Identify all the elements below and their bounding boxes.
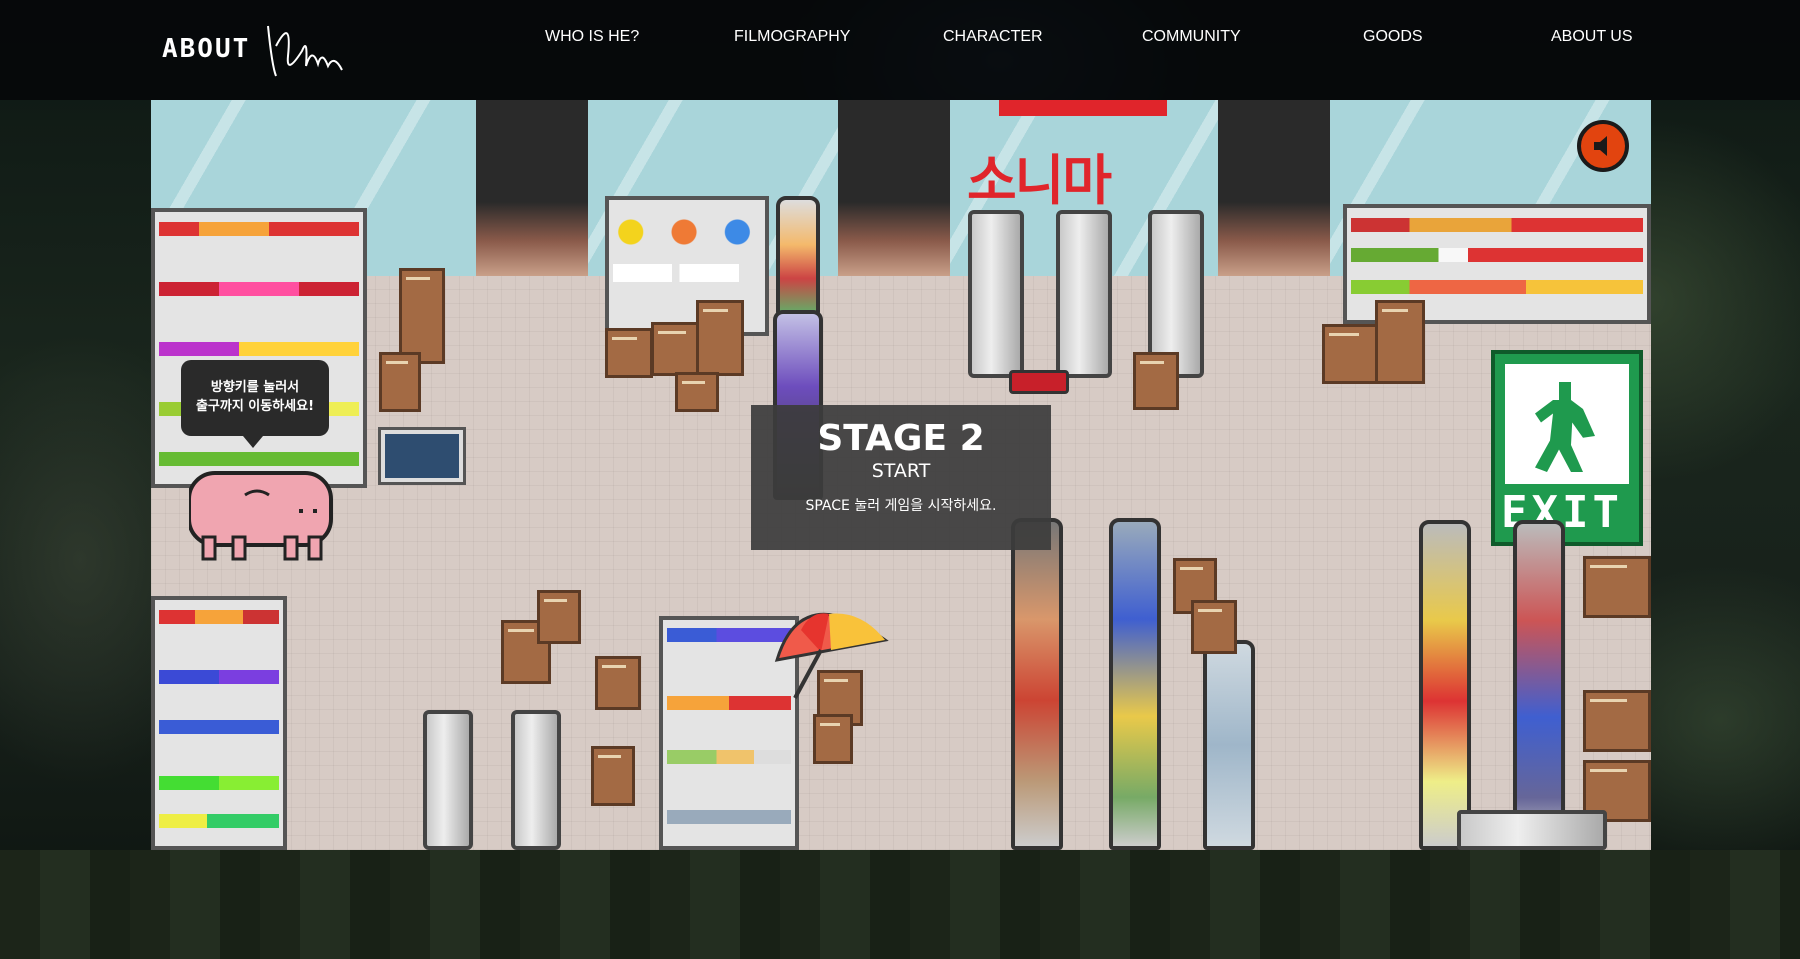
pig-character (189, 471, 333, 561)
display-column (1513, 520, 1565, 850)
nav-community[interactable]: COMMUNITY (1142, 28, 1241, 46)
cardboard-box (813, 714, 853, 764)
speaker-icon (1594, 136, 1607, 156)
display-column (1419, 520, 1471, 850)
cardboard-box (1322, 324, 1378, 384)
cardboard-box (399, 268, 445, 364)
cardboard-box (537, 590, 581, 644)
store-sign-bar (999, 100, 1167, 116)
nav-filmography[interactable]: FILMOGRAPHY (734, 28, 850, 46)
store-sign: 소니마 (967, 149, 1112, 212)
bubble-line-1: 방향키를 눌러서 (210, 380, 300, 395)
nav-about-us[interactable]: ABOUT US (1551, 28, 1633, 46)
nav-goods[interactable]: GOODS (1363, 28, 1423, 46)
exit-sign: EXIT (1491, 350, 1643, 546)
start-label[interactable]: START (751, 459, 1051, 483)
sound-toggle[interactable] (1577, 120, 1629, 172)
display-column (1011, 518, 1063, 850)
cardboard-box (675, 372, 719, 412)
cardboard-box (605, 328, 653, 378)
bubble-line-2: 출구까지 이동하세요! (195, 399, 315, 414)
cardboard-box (379, 352, 421, 412)
stage-overlay: STAGE 2 START SPACE 눌러 게임을 시작하세요. (751, 405, 1051, 550)
standing-fridge (1056, 210, 1112, 378)
counter-top (1457, 810, 1607, 850)
speech-bubble: 방향키를 눌러서 출구까지 이동하세요! (181, 360, 329, 448)
cardboard-box (1191, 600, 1237, 654)
standing-fridge (423, 710, 473, 850)
cardboard-box (595, 656, 641, 710)
wall-pillar (838, 100, 950, 276)
standing-fridge (511, 710, 561, 850)
stage-title: STAGE 2 (817, 418, 985, 459)
running-man-icon (1535, 382, 1595, 472)
site-logo[interactable]: ABOUT (162, 34, 250, 64)
display-column (776, 196, 820, 316)
cardboard-box (591, 746, 635, 806)
laptop-stand (378, 427, 466, 485)
clock-counter (605, 196, 769, 336)
standing-fridge (968, 210, 1024, 378)
ground-strip (0, 850, 1800, 959)
wall-pillar (1218, 100, 1330, 276)
signature-icon (267, 25, 343, 77)
display-column (1203, 640, 1255, 850)
site-header: ABOUT WHO IS HE? FILMOGRAPHY CHARACTER C… (0, 0, 1800, 100)
game-canvas[interactable]: 소니마 EXIT 방향키를 눌러서 출구까지 이동하세요! STAGE 2 ST… (151, 100, 1651, 850)
product-shelf (151, 596, 287, 850)
nav-character[interactable]: CHARACTER (943, 28, 1043, 46)
cardboard-box (1375, 300, 1425, 384)
nav-who-is-he[interactable]: WHO IS HE? (545, 28, 639, 46)
display-column (1109, 518, 1161, 850)
red-mat (1009, 370, 1069, 394)
cardboard-box (1583, 690, 1651, 752)
wall-pillar (476, 100, 588, 276)
cardboard-box (1133, 352, 1179, 410)
start-hint: SPACE 눌러 게임을 시작하세요. (805, 498, 997, 514)
cardboard-box (696, 300, 744, 376)
exit-sign-panel (1505, 364, 1629, 484)
cardboard-box (1583, 556, 1651, 618)
